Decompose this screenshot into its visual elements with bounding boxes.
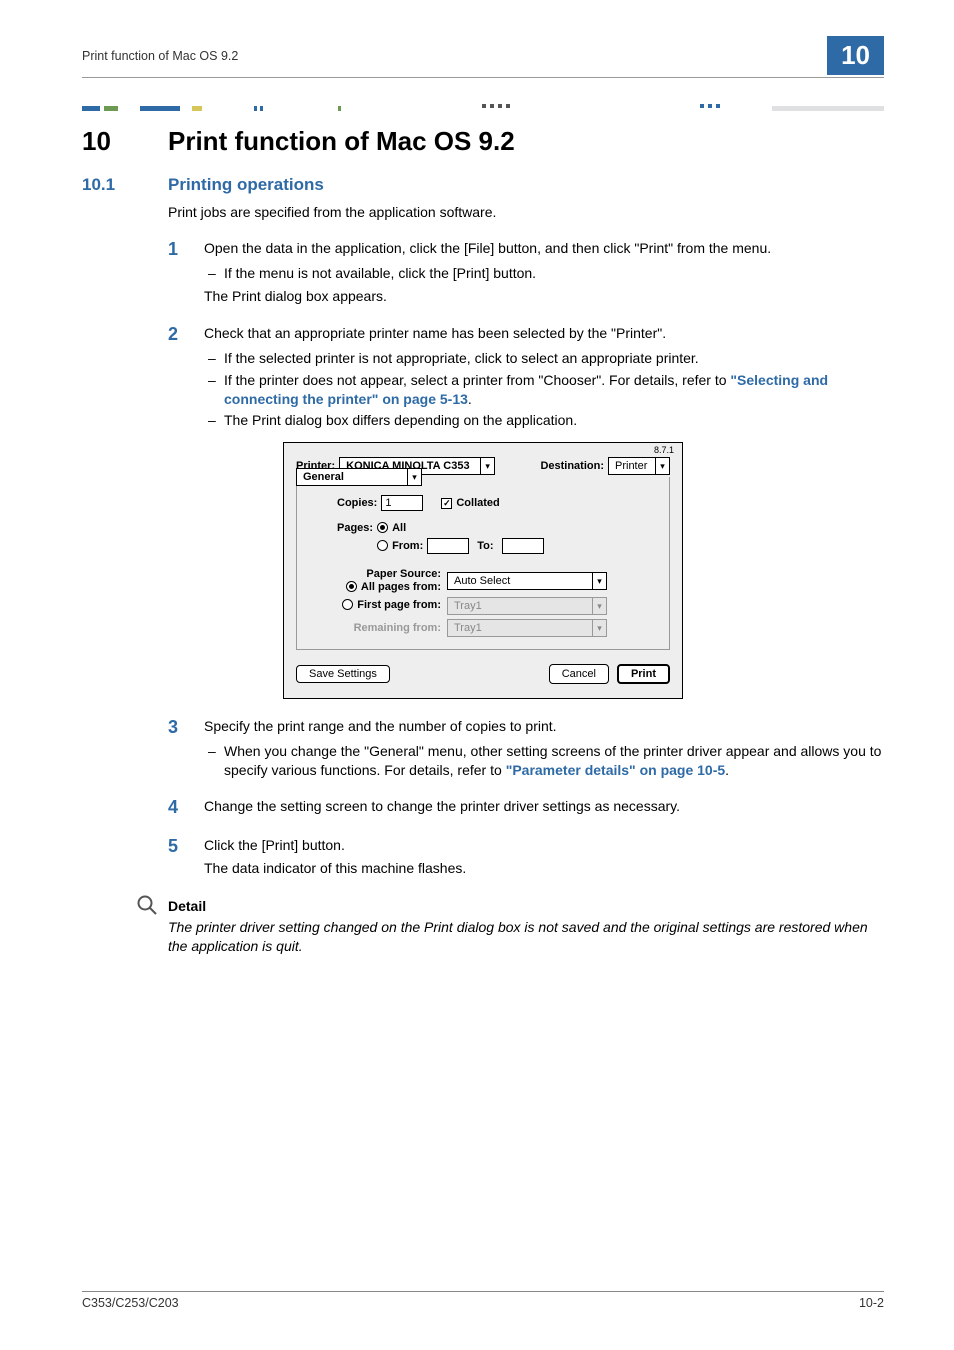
step-3-text: Specify the print range and the number o… (204, 717, 884, 736)
detail-title: Detail (168, 898, 884, 914)
general-group: General▾ Copies: ✓Collated Pages: All Fr… (296, 477, 670, 650)
pages-to-input[interactable] (502, 538, 544, 554)
cancel-button[interactable]: Cancel (549, 664, 609, 684)
step-5-text: Click the [Print] button. (204, 836, 884, 855)
print-button[interactable]: Print (617, 664, 670, 684)
link-parameter-details[interactable]: "Parameter details" on page 10-5 (506, 762, 725, 778)
step-2-number: 2 (168, 324, 204, 430)
step-2-bullet-1: If the selected printer is not appropria… (204, 349, 884, 368)
check-icon: ✓ (441, 498, 452, 509)
decoration-bar (82, 100, 884, 116)
subsection-title: Printing operations (168, 175, 324, 194)
updown-icon: ▾ (592, 598, 606, 614)
intro-text: Print jobs are specified from the applic… (168, 203, 884, 221)
pages-from-radio[interactable]: From: To: (377, 538, 543, 554)
remaining-from-label: Remaining from: (307, 622, 447, 634)
step-3: 3 Specify the print range and the number… (168, 717, 884, 780)
step-2: 2 Check that an appropriate printer name… (168, 324, 884, 430)
running-title: Print function of Mac OS 9.2 (82, 49, 238, 63)
page-footer: C353/C253/C203 10-2 (82, 1291, 884, 1310)
step-1-plain-1: The Print dialog box appears. (204, 287, 884, 306)
step-2-bullet-3: The Print dialog box differs depending o… (204, 411, 884, 430)
step-2-bullet-2: If the printer does not appear, select a… (204, 371, 884, 409)
step-5-plain-1: The data indicator of this machine flash… (204, 859, 884, 878)
chapter-badge: 10 (827, 36, 884, 75)
footer-right: 10-2 (859, 1296, 884, 1310)
detail-text: The printer driver setting changed on th… (168, 918, 884, 956)
copies-input[interactable] (381, 495, 423, 511)
dialog-version: 8.7.1 (654, 445, 674, 455)
first-page-label: First page from: (307, 599, 447, 614)
pages-all-radio[interactable]: All (377, 522, 406, 534)
magnifier-icon (136, 894, 158, 921)
footer-left: C353/C253/C203 (82, 1296, 179, 1310)
print-dialog: 8.7.1 Printer: KONICA MINOLTA C353▾ Dest… (283, 442, 683, 699)
step-1-bullet-1: If the menu is not available, click the … (204, 264, 884, 283)
detail-note: Detail The printer driver setting change… (168, 898, 884, 956)
updown-icon: ▾ (407, 469, 421, 485)
pages-from-input[interactable] (427, 538, 469, 554)
subsection-number: 10.1 (82, 175, 168, 195)
step-5-number: 5 (168, 836, 204, 878)
all-pages-popup[interactable]: Auto Select▾ (447, 572, 607, 590)
step-1: 1 Open the data in the application, clic… (168, 239, 884, 306)
updown-icon: ▾ (655, 458, 669, 474)
updown-icon: ▾ (592, 620, 606, 636)
section-number: 10 (82, 126, 168, 157)
paper-source-all-label: Paper Source: All pages from: (307, 568, 447, 593)
page: Print function of Mac OS 9.2 10 10Print … (0, 0, 954, 1350)
step-1-number: 1 (168, 239, 204, 306)
remaining-from-popup: Tray1▾ (447, 619, 607, 637)
step-2-text: Check that an appropriate printer name h… (204, 324, 884, 343)
step-4-number: 4 (168, 797, 204, 818)
paper-source-all-radio[interactable]: All pages from: (346, 581, 441, 593)
destination-label: Destination: (540, 460, 604, 472)
step-4: 4 Change the setting screen to change th… (168, 797, 884, 818)
subsection-heading: 10.1Printing operations (82, 175, 884, 195)
first-page-popup: Tray1▾ (447, 597, 607, 615)
collated-checkbox[interactable]: ✓Collated (441, 497, 499, 509)
updown-icon: ▾ (592, 573, 606, 589)
step-1-text: Open the data in the application, click … (204, 239, 884, 258)
header-rule (82, 77, 884, 78)
panel-popup[interactable]: General▾ (296, 468, 422, 486)
section-heading: 10Print function of Mac OS 9.2 (82, 126, 884, 157)
paper-source-first-radio[interactable]: First page from: (342, 599, 441, 611)
step-3-number: 3 (168, 717, 204, 780)
save-settings-button[interactable]: Save Settings (296, 665, 390, 683)
step-5: 5 Click the [Print] button. The data ind… (168, 836, 884, 878)
pages-label: Pages: (337, 522, 373, 534)
step-4-text: Change the setting screen to change the … (204, 797, 884, 816)
updown-icon: ▾ (480, 458, 494, 474)
running-header: Print function of Mac OS 9.2 10 (82, 36, 884, 75)
destination-popup[interactable]: Printer▾ (608, 457, 670, 475)
step-3-bullet-1: When you change the "General" menu, othe… (204, 742, 884, 780)
pages-to-label: To: (477, 540, 493, 552)
section-title: Print function of Mac OS 9.2 (168, 126, 515, 156)
copies-label: Copies: (337, 497, 377, 509)
